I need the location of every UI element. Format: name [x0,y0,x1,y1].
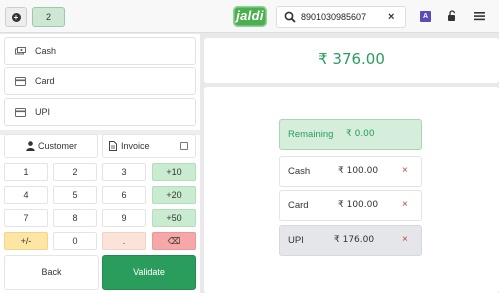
payment-line-method: Cash [288,166,311,177]
upi-icon [15,108,26,117]
payment-method-label: Cash [35,46,57,56]
cash-icon [15,47,26,55]
numpad-key-4[interactable]: 4 [4,186,48,204]
remaining-amount: ₹ 0.00 [346,129,375,139]
payment-left-panel: Cash Card UPI Customer Invoice 1 2 3 +10… [0,34,200,293]
jaldi-logo: jaldi [233,6,267,27]
payment-line-method: Card [288,200,309,211]
payment-line-method: UPI [288,235,304,246]
numpad-key-6[interactable]: 6 [102,186,146,204]
payment-line-upi[interactable]: UPI ₹ 176.00 × [279,225,422,256]
invoice-toggle[interactable]: Invoice [102,134,196,158]
numpad-key-9[interactable]: 9 [102,209,146,227]
delete-icon[interactable]: × [402,199,408,210]
numpad-key-3[interactable]: 3 [102,163,146,181]
numpad-key-decimal[interactable]: . [102,232,146,250]
hamburger-menu-icon[interactable] [474,11,485,21]
validate-button[interactable]: Validate [102,255,196,290]
delete-icon[interactable]: × [402,165,408,176]
search-icon [284,11,296,23]
numpad-key-plus50[interactable]: +50 [152,209,196,227]
payment-method-label: Card [35,76,55,86]
invoice-checkbox[interactable] [180,142,188,150]
numpad-key-1[interactable]: 1 [4,163,48,181]
unlock-icon[interactable] [447,10,457,22]
customer-button[interactable]: Customer [4,134,98,158]
numpad-key-plus10[interactable]: +10 [152,163,196,181]
backspace-icon[interactable]: ⌫ [152,232,196,250]
numpad-key-0[interactable]: 0 [53,232,97,250]
user-avatar-badge[interactable]: A [420,11,431,22]
payment-line-amount: ₹ 176.00 [334,235,375,245]
payment-method-upi[interactable]: UPI [4,98,196,126]
card-icon [15,77,26,86]
search-input[interactable] [301,10,393,24]
numpad-key-8[interactable]: 8 [53,209,97,227]
top-bar: + 2 jaldi × A [0,0,499,33]
clear-search-icon[interactable]: × [388,11,394,23]
user-icon [26,141,35,151]
remaining-label: Remaining [288,129,334,140]
total-amount: ₹ 376.00 [318,50,385,68]
delete-icon[interactable]: × [402,234,408,245]
payment-line-cash[interactable]: Cash ₹ 100.00 × [279,156,422,187]
numpad-key-7[interactable]: 7 [4,209,48,227]
back-button[interactable]: Back [4,255,99,290]
payment-line-amount: ₹ 100.00 [338,200,379,210]
customer-label: Customer [38,141,78,151]
document-icon [109,141,117,151]
payment-method-cash[interactable]: Cash [4,37,196,65]
numpad-key-2[interactable]: 2 [53,163,97,181]
numpad-key-sign[interactable]: +/- [4,232,48,250]
new-order-button[interactable]: + [5,7,27,27]
payment-method-card[interactable]: Card [4,67,196,95]
product-search-bar: × [276,6,406,28]
payment-line-amount: ₹ 100.00 [338,166,379,176]
order-tab[interactable]: 2 [32,7,65,27]
payment-method-label: UPI [35,107,51,117]
total-due-box: ₹ 376.00 [204,38,499,83]
plus-icon: + [11,12,21,22]
numpad-key-5[interactable]: 5 [53,186,97,204]
payment-line-card[interactable]: Card ₹ 100.00 × [279,190,422,221]
remaining-row: Remaining ₹ 0.00 [279,119,422,150]
invoice-label: Invoice [121,141,150,151]
numpad-key-plus20[interactable]: +20 [152,186,196,204]
